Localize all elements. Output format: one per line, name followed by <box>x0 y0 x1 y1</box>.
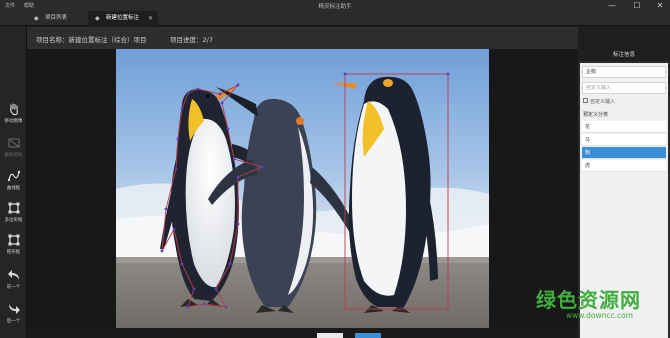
tab-bar: ◆ 项目列表 ◆ 新建位置标注 ✕ <box>0 11 670 26</box>
category-option[interactable]: 马 <box>582 134 666 146</box>
maximize-button[interactable]: ☐ <box>627 0 647 11</box>
minimize-button[interactable]: — <box>602 0 622 11</box>
tool-next[interactable]: 后一个 <box>0 302 27 334</box>
hand-icon <box>9 103 18 116</box>
tool-delete-box[interactable]: 删除选框 <box>0 136 27 168</box>
polygon-icon <box>8 202 19 214</box>
project-name: 项目名称：新建位置标注（综合）项目 <box>36 36 147 44</box>
tool-rectangle[interactable]: 矩形框 <box>0 233 27 265</box>
tab-project-list[interactable]: ◆ 项目列表 <box>27 11 87 26</box>
close-window-button[interactable]: ✕ <box>650 0 670 11</box>
diamond-icon: ◆ <box>34 15 39 22</box>
tab-new-annotation[interactable]: ◆ 新建位置标注 ✕ <box>88 11 158 26</box>
footer-button-accent[interactable] <box>355 333 381 338</box>
penguin-photo[interactable] <box>116 49 489 328</box>
tool-sidebar: 移动图像 删除选框 曲线框 多边形框 矩形框 前一个 后一个 <box>0 26 27 338</box>
project-progress: 项目进度：2/7 <box>170 36 213 44</box>
title-bar: 文件 帮助 精灵标注助手 — ☐ ✕ <box>0 0 670 11</box>
custom-input-field[interactable]: 自定义输入 <box>582 82 666 94</box>
tab-close-icon[interactable]: ✕ <box>148 11 153 26</box>
watermark-url: www.downcc.com <box>566 311 633 320</box>
label-value-field[interactable]: 企鹅 <box>582 66 666 78</box>
tool-label: 移动图像 <box>4 119 23 124</box>
custom-input-checkbox[interactable]: 自定义输入 <box>583 98 615 105</box>
canvas-footer <box>27 328 578 338</box>
checkbox-icon[interactable] <box>583 98 588 103</box>
tool-label: 删除选框 <box>4 153 23 158</box>
delete-box-icon <box>8 138 19 148</box>
category-option[interactable]: 花 <box>582 121 666 133</box>
next-arrow-icon <box>8 304 20 314</box>
diamond-icon: ◆ <box>95 15 100 22</box>
tool-label: 矩形框 <box>6 250 21 255</box>
tool-label: 多边形框 <box>4 218 23 223</box>
penguin-image <box>116 49 489 328</box>
tab-label: 项目列表 <box>45 15 68 21</box>
tool-label: 曲线框 <box>6 186 21 191</box>
preset-category-title: 预定义分类 <box>583 112 609 118</box>
tool-polygon[interactable]: 多边形框 <box>0 201 27 233</box>
prev-arrow-icon <box>7 270 19 280</box>
app-title: 精灵标注助手 <box>318 4 352 10</box>
annotation-canvas[interactable] <box>27 49 578 338</box>
project-info-bar: 项目名称：新建位置标注（综合）项目 项目进度：2/7 <box>27 27 578 49</box>
tool-move-image[interactable]: 移动图像 <box>0 102 27 134</box>
curve-icon <box>7 170 20 182</box>
tool-curve[interactable]: 曲线框 <box>0 169 27 201</box>
footer-button-light[interactable] <box>317 333 343 338</box>
category-option-selected[interactable]: 狗 <box>582 147 666 159</box>
watermark-text: 绿色资源网 <box>536 288 641 312</box>
category-option[interactable]: 虎 <box>582 160 666 172</box>
tool-label: 前一个 <box>6 285 21 290</box>
panel-title: 标注信息 <box>578 49 670 61</box>
tab-label: 新建位置标注 <box>106 15 140 21</box>
tool-label: 后一个 <box>6 319 21 324</box>
checkbox-label: 自定义输入 <box>590 99 616 105</box>
tool-previous[interactable]: 前一个 <box>0 268 27 300</box>
rectangle-icon <box>8 234 19 246</box>
